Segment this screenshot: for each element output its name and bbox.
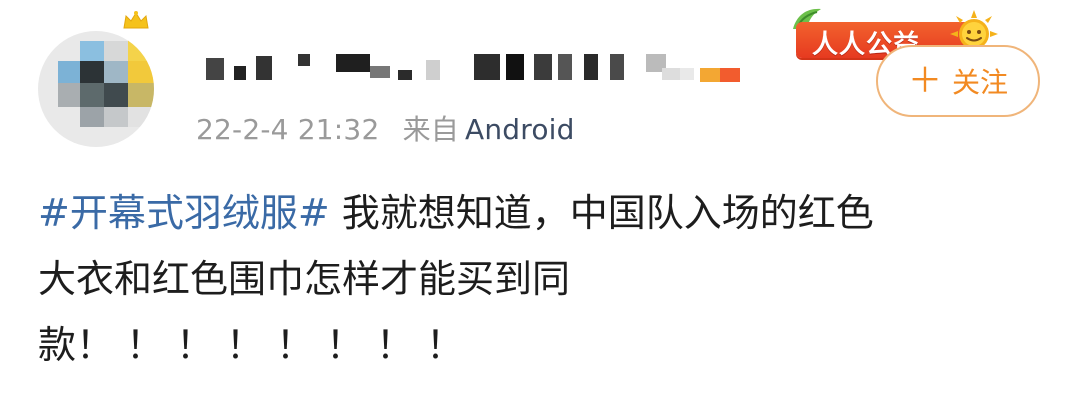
post-line-2: 大衣和红色围巾怎样才能买到同 [38,257,571,301]
hashtag-link[interactable]: #开幕式羽绒服# [38,191,330,235]
source-name[interactable]: Android [465,113,575,146]
post-body: #开幕式羽绒服# 我就想知道，中国队入场的红色 大衣和红色围巾怎样才能买到同 款… [38,180,1048,378]
body-line-1-text: 我就想知道，中国队入场的红色 [329,191,874,235]
follow-button[interactable]: ＋ 关注 [876,45,1040,117]
post-line-1: #开幕式羽绒服# 我就想知道，中国队入场的红色 [38,180,1048,246]
body-line-3-exclaims: ！！！！！！！！ [76,323,477,367]
post-timestamp: 22-2-4 21:32 [196,113,380,146]
post-line-3: 款！！！！！！！！ [38,312,1048,378]
follow-label: 关注 [951,66,1008,99]
crown-icon [123,11,149,29]
username-obscured[interactable] [200,48,760,88]
plus-icon: ＋ [907,61,942,101]
body-line-3-text: 款 [38,323,77,367]
post-source[interactable]: 来自 Android [403,113,575,146]
post-meta: 22-2-4 21:32 来自 Android [196,108,575,148]
avatar[interactable] [38,31,154,147]
source-prefix: 来自 [402,113,459,146]
